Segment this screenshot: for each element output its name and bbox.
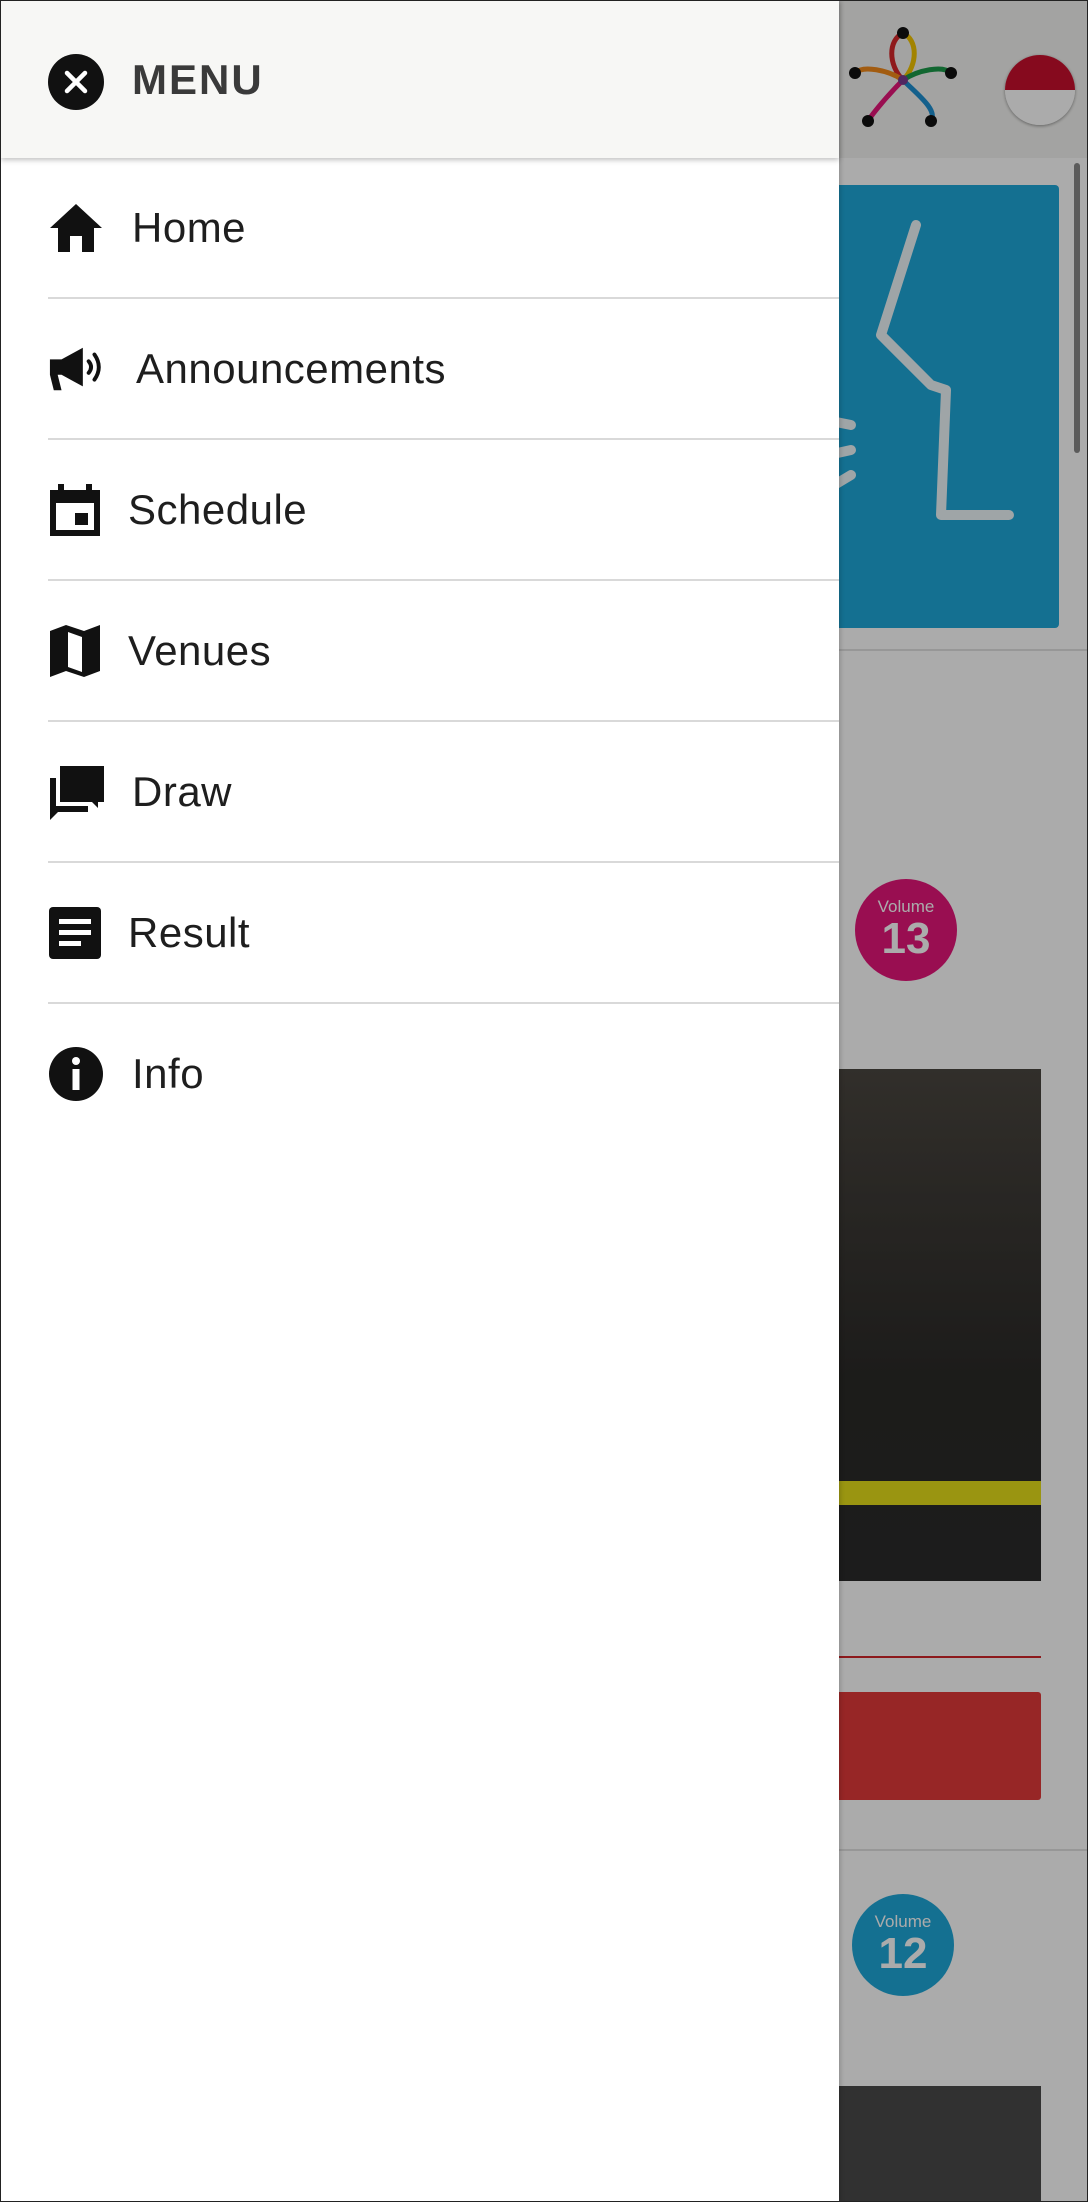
menu-item-label: Home (132, 204, 247, 251)
menu-item-label: Venues (128, 627, 272, 674)
menu-item-label: Result (128, 909, 251, 956)
map-icon (48, 621, 108, 681)
app-frame: Volume 13 Volume 12 MENU Home Announceme… (0, 0, 1088, 2202)
navigation-drawer: MENU Home Announcements Schedule Venues … (1, 1, 839, 2201)
menu-item-home[interactable]: Home (1, 158, 839, 299)
chat-bubbles-icon (48, 762, 108, 822)
document-icon (48, 903, 108, 963)
menu-item-draw[interactable]: Draw (1, 722, 839, 863)
close-icon (64, 70, 88, 94)
close-menu-button[interactable] (48, 54, 104, 110)
menu-list: Home Announcements Schedule Venues Draw … (1, 158, 839, 1145)
menu-item-label: Announcements (136, 345, 447, 392)
menu-item-info[interactable]: Info (1, 1004, 839, 1145)
menu-item-venues[interactable]: Venues (1, 581, 839, 722)
megaphone-icon (48, 339, 108, 399)
menu-item-result[interactable]: Result (1, 863, 839, 1004)
menu-item-announcements[interactable]: Announcements (1, 299, 839, 440)
menu-item-label: Info (132, 1050, 205, 1097)
menu-item-label: Draw (132, 768, 233, 815)
home-icon (48, 198, 108, 258)
menu-item-schedule[interactable]: Schedule (1, 440, 839, 581)
drawer-header: MENU (1, 1, 839, 158)
info-icon (48, 1044, 108, 1104)
menu-item-label: Schedule (128, 486, 308, 533)
calendar-icon (48, 480, 108, 540)
menu-title: MENU (132, 56, 264, 103)
